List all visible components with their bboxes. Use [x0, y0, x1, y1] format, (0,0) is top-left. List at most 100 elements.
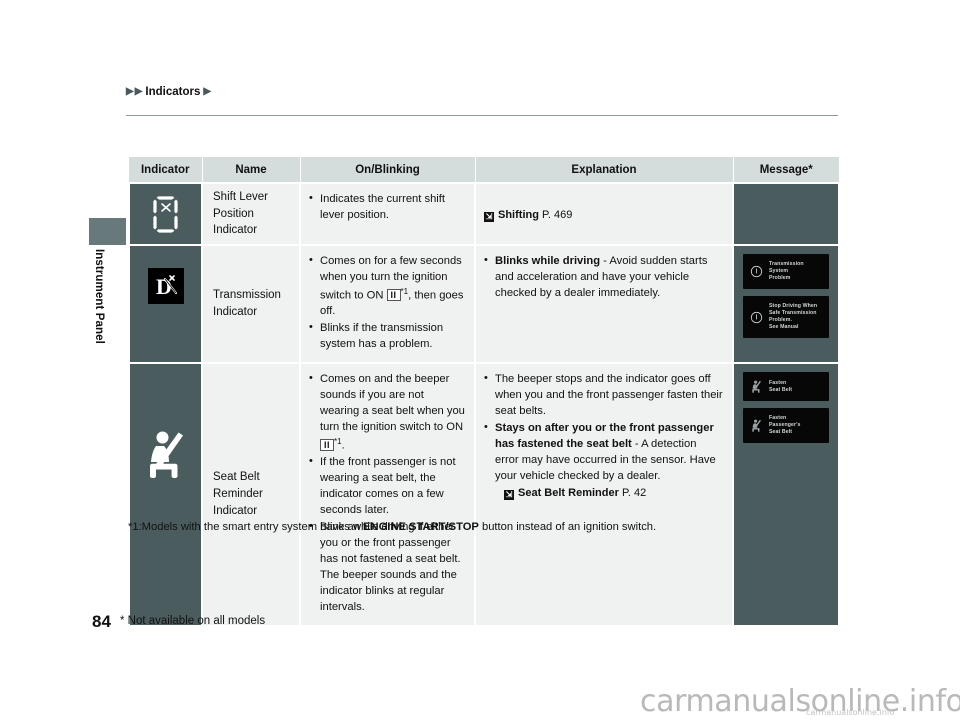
column-header-explanation: Explanation — [474, 156, 734, 184]
footnote-marker: *1 — [334, 436, 342, 446]
message-line: Seat Belt — [769, 429, 793, 436]
page-number: 84 — [92, 612, 111, 631]
message-display: Transmission System Problem — [743, 254, 829, 289]
bullet-item: Blinks while driving if either you or th… — [309, 519, 465, 615]
warning-circle-icon — [748, 311, 764, 324]
ignition-key-glyph: II — [320, 438, 335, 451]
bullet-item: Stays on after you or the front passenge… — [484, 420, 723, 485]
message-line: System — [769, 268, 789, 274]
indicator-name-line: Indicator — [213, 224, 258, 237]
indicator-cell: D — [128, 243, 203, 365]
message-line: Fasten — [769, 379, 787, 386]
bullet-item: Blinks while driving - Avoid sudden star… — [484, 253, 723, 302]
transmission-indicator-icon: D — [147, 268, 184, 304]
indicator-name-cell: Shift Lever Position Indicator — [201, 182, 301, 246]
on-blinking-cell: Comes on for a few seconds when you turn… — [299, 243, 476, 365]
seat-belt-small-icon — [748, 379, 764, 394]
on-blinking-cell: Indicates the current shift lever positi… — [299, 182, 476, 246]
message-line: Seat Belt — [769, 386, 793, 393]
page-reference[interactable]: ⇲ Shifting P. 469 — [484, 209, 573, 222]
warning-circle-icon — [748, 265, 764, 278]
table-row: Seat Belt Reminder Indicator Comes on an… — [128, 362, 840, 627]
explanation-cell: The beeper stops and the indicator goes … — [474, 362, 734, 627]
shift-lever-position-indicator-icon — [152, 195, 178, 234]
reference-title: Seat Belt Reminder — [518, 486, 619, 499]
indicator-name-line: Indicator — [213, 504, 258, 517]
indicator-name-line: Transmission — [213, 289, 281, 302]
bullet-item: Blinks if the transmission system has a … — [309, 320, 465, 353]
message-text: Stop Driving When Safe Transmission Prob… — [769, 303, 817, 331]
message-display: Fasten Passenger's Seat Belt — [743, 408, 829, 444]
bullet-item: If the front passenger is not wearing a … — [309, 454, 465, 519]
bullet-text-pre: Comes on and the beeper sounds if you ar… — [320, 373, 465, 433]
footnote-bold: ENGINE START/STOP — [363, 521, 479, 533]
page-reference[interactable]: ⇲ Seat Belt Reminder P. 42 — [484, 486, 723, 500]
message-text: Transmission System Problem — [769, 261, 804, 282]
footnote-marker: *1 — [400, 286, 409, 296]
message-cell: Transmission System Problem Stop Driving… — [732, 243, 840, 365]
message-line: Safe Transmission — [769, 310, 817, 316]
column-header-name: Name — [201, 156, 301, 184]
explanation-cell: ⇲ Shifting P. 469 — [474, 182, 734, 246]
bullet-item: Comes on for a few seconds when you turn… — [309, 253, 465, 320]
ignition-key-glyph: II — [386, 288, 401, 301]
column-header-indicator: Indicator — [129, 156, 203, 184]
indicator-cell — [128, 362, 203, 627]
column-header-on-blinking: On/Blinking — [299, 156, 476, 184]
bullet-item: Comes on and the beeper sounds if you ar… — [309, 371, 465, 454]
footer-note: * Not available on all models — [120, 615, 266, 627]
message-line: Passenger's — [769, 422, 801, 429]
reference-title: Shifting — [498, 209, 539, 221]
message-text: Fasten Seat Belt — [769, 380, 792, 394]
reference-arrow-icon: ⇲ — [504, 489, 514, 500]
indicator-name-line: Position — [213, 207, 254, 220]
seat-belt-reminder-icon — [149, 431, 183, 479]
message-line: Problem. — [769, 317, 792, 323]
breadcrumb-arrow-icon: ▶ — [126, 86, 134, 97]
message-display: Stop Driving When Safe Transmission Prob… — [743, 296, 829, 338]
indicator-name-cell: Seat Belt Reminder Indicator — [201, 362, 301, 627]
footnote-pre: *1:Models with the smart entry system ha… — [128, 521, 364, 533]
reference-arrow-icon: ⇲ — [484, 212, 494, 222]
seat-belt-small-icon — [748, 418, 764, 433]
breadcrumb-label: Indicators — [145, 86, 201, 98]
breadcrumb: ▶ ▶ Indicators ▶ — [126, 86, 211, 98]
bullet-item: The beeper stops and the indicator goes … — [484, 371, 723, 420]
reference-page: P. 469 — [542, 209, 573, 221]
indicators-table: Indicator Name On/Blinking Explanation M… — [128, 156, 840, 627]
message-line: See Manual — [769, 324, 799, 330]
header-divider — [126, 115, 838, 116]
explanation-cell: Blinks while driving - Avoid sudden star… — [474, 243, 734, 365]
svg-text:D: D — [156, 274, 172, 299]
on-blinking-cell: Comes on and the beeper sounds if you ar… — [299, 362, 476, 627]
message-line: Stop Driving When — [769, 303, 818, 309]
watermark: carmanualsonline.info — [640, 684, 960, 719]
column-header-message: Message* — [732, 156, 839, 184]
message-display: Fasten Seat Belt — [743, 372, 829, 402]
table-row: Shift Lever Position Indicator Indicates… — [128, 182, 840, 246]
table-row: D Transmission Indicator • Comes on for … — [128, 243, 840, 365]
reference-page: P. 42 — [621, 486, 647, 499]
bullet-text-post: . — [341, 439, 345, 452]
message-line: Fasten — [769, 415, 787, 422]
table-footnote: *1:Models with the smart entry system ha… — [128, 521, 656, 533]
message-line: Transmission — [769, 261, 804, 267]
indicator-name-line: Shift Lever — [213, 190, 268, 203]
indicator-name-line: Seat Belt — [213, 471, 260, 484]
indicator-name-line: Indicator — [213, 306, 258, 319]
table-header-row: Indicator Name On/Blinking Explanation M… — [129, 156, 839, 184]
breadcrumb-arrow-icon: ▶ — [203, 86, 212, 97]
breadcrumb-arrow-icon: ▶ — [134, 86, 143, 97]
message-cell — [732, 182, 840, 246]
watermark-small: carmanualsonline.info — [806, 708, 895, 717]
manual-page: ▶ ▶ Indicators ▶ Instrument Panel Indica… — [0, 0, 960, 722]
indicator-cell — [128, 182, 203, 246]
message-line: Problem — [769, 275, 791, 281]
message-text: Fasten Passenger's Seat Belt — [769, 415, 800, 436]
bullet-item: Indicates the current shift lever positi… — [309, 191, 465, 224]
indicator-name-line: Reminder — [213, 488, 263, 500]
section-tab-label: Instrument Panel — [93, 249, 105, 344]
message-cell: Fasten Seat Belt Fasten Passenger's Seat… — [732, 362, 840, 627]
indicator-name-cell: Transmission Indicator — [201, 243, 301, 365]
footnote-post: button instead of an ignition switch. — [478, 521, 657, 533]
